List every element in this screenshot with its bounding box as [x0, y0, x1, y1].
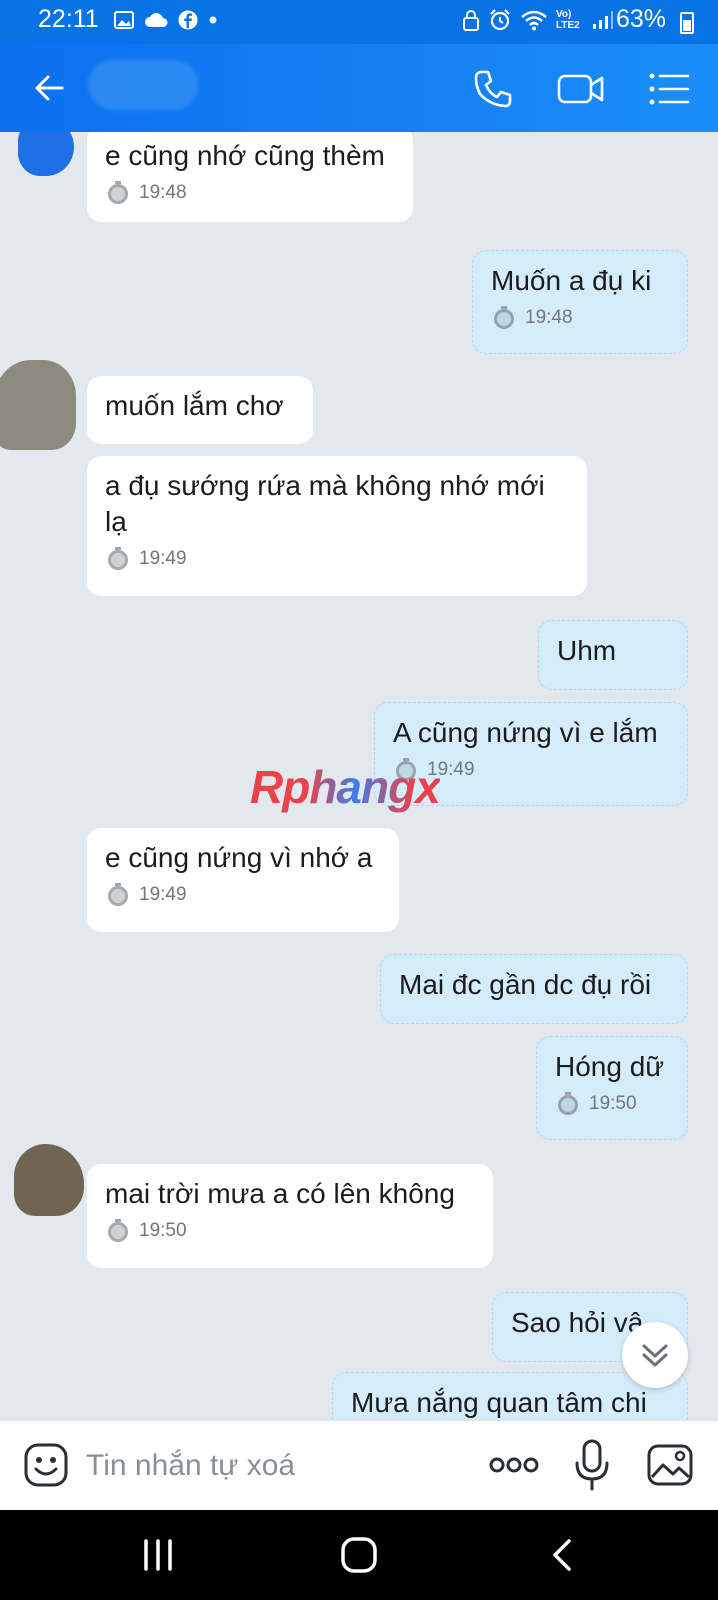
message-text: mai trời mưa a có lên không — [105, 1178, 455, 1209]
double-chevron-down-icon — [642, 1344, 668, 1367]
message-incoming[interactable]: muốn lắm chơ — [87, 376, 313, 444]
message-outgoing[interactable]: Muốn a đụ ki 19:48 — [472, 250, 688, 354]
message-time: 19:49 — [139, 548, 187, 569]
scroll-to-bottom-button[interactable] — [622, 1322, 688, 1388]
message-time: 19:50 — [589, 1093, 637, 1114]
message-incoming[interactable]: e cũng nhớ cũng thèm 19:48 — [87, 132, 413, 222]
status-time: 22:11 — [38, 5, 99, 33]
message-text: Mai đc gần dc đụ rồi — [399, 969, 652, 1000]
message-text: Muốn a đụ ki — [491, 265, 652, 296]
battery-percent: 63% — [615, 5, 666, 33]
phone-icon[interactable] — [470, 66, 516, 112]
contact-name[interactable] — [88, 60, 198, 110]
back-icon[interactable] — [550, 1538, 574, 1572]
avatar[interactable] — [14, 1144, 84, 1216]
avatar[interactable] — [0, 360, 76, 450]
message-time: 19:50 — [139, 1220, 187, 1241]
self-destruct-timer-icon — [494, 306, 514, 329]
more-options-icon[interactable] — [488, 1451, 540, 1479]
message-outgoing[interactable]: Hóng dữ 19:50 — [536, 1036, 688, 1140]
message-time: 19:48 — [525, 307, 573, 328]
sticker-icon[interactable] — [22, 1441, 70, 1489]
message-text: muốn lắm chơ — [105, 390, 284, 421]
wifi-icon — [521, 10, 547, 31]
message-outgoing[interactable]: Mai đc gần dc đụ rồi — [380, 954, 688, 1024]
message-text: a đụ sướng rứa mà không nhớ mới lạ — [105, 470, 545, 537]
message-text: Mưa nắng quan tâm chi — [351, 1387, 647, 1418]
menu-list-icon[interactable] — [646, 66, 692, 112]
recents-icon[interactable] — [142, 1538, 174, 1572]
alarm-icon — [490, 9, 510, 31]
message-time: 19:49 — [139, 884, 187, 905]
avatar[interactable] — [18, 132, 74, 176]
system-nav-bar — [0, 1510, 718, 1600]
message-text: Hóng dữ — [555, 1051, 665, 1082]
video-call-icon[interactable] — [556, 66, 606, 112]
back-arrow-icon[interactable] — [28, 66, 72, 110]
message-text: e cũng nhớ cũng thèm — [105, 140, 385, 171]
image-icon[interactable] — [646, 1441, 694, 1489]
message-time: 19:48 — [139, 182, 187, 203]
battery-icon — [680, 12, 694, 34]
self-destruct-timer-icon — [108, 547, 128, 570]
message-text: e cũng nứng vì nhớ a — [105, 842, 373, 873]
signal-icon — [593, 11, 613, 29]
dot-icon — [209, 16, 217, 24]
gallery-icon — [114, 11, 134, 29]
microphone-icon[interactable] — [572, 1437, 612, 1495]
home-icon[interactable] — [340, 1536, 378, 1574]
message-input[interactable] — [86, 1443, 466, 1489]
chat-header — [0, 44, 718, 132]
self-destruct-timer-icon — [108, 883, 128, 906]
self-destruct-timer-icon — [558, 1092, 578, 1115]
message-text: Uhm — [557, 635, 617, 666]
facebook-icon — [178, 10, 198, 30]
network-label: Vo) LTE2 — [556, 9, 580, 31]
message-incoming[interactable]: a đụ sướng rứa mà không nhớ mới lạ 19:49 — [87, 456, 587, 596]
message-text: A cũng nứng vì e lắm — [393, 717, 658, 748]
message-outgoing[interactable]: Uhm — [538, 620, 688, 690]
cloud-icon — [145, 13, 168, 27]
vpn-lock-icon — [463, 10, 479, 31]
watermark-logo: Rphangx — [250, 761, 441, 813]
message-incoming[interactable]: mai trời mưa a có lên không 19:50 — [87, 1164, 493, 1268]
message-incoming[interactable]: e cũng nứng vì nhớ a 19:49 — [87, 828, 399, 932]
message-composer — [0, 1420, 718, 1510]
self-destruct-timer-icon — [108, 181, 128, 204]
status-bar: 22:11 Vo) LTE2 63% — [0, 0, 718, 44]
self-destruct-timer-icon — [108, 1219, 128, 1242]
